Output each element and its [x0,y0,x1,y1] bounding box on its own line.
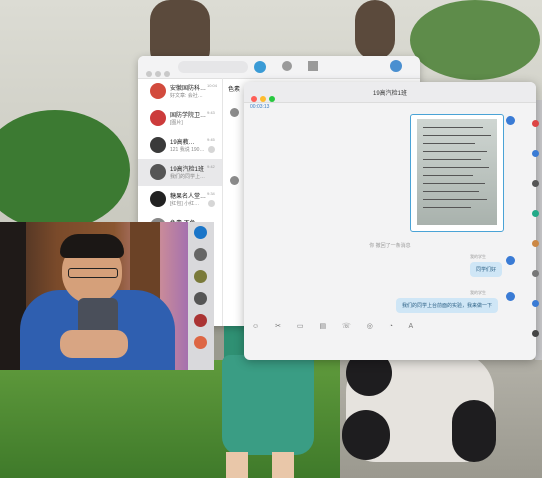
avatar [506,256,515,265]
avatar [150,137,166,153]
child-leg-right [272,452,294,478]
tree-trunk-right [355,0,395,60]
avatar [230,176,239,185]
avatar[interactable] [532,180,539,187]
contacts-icon[interactable] [282,61,292,71]
conversation-time: 9:34 [207,191,215,196]
conversation-time: 9:45 [207,137,215,142]
avatar [150,110,166,126]
conversation-time: 9:43 [207,110,215,115]
avatar[interactable] [194,292,207,305]
avatar[interactable] [194,314,207,327]
list-item[interactable]: 国防学院卫… [图片] 9:43 [138,105,222,132]
system-message: 你 撤回了一条消息 [369,243,411,249]
input-toolbar[interactable]: ☺ ✂ ▭ ▤ ☏ ◎ ◔ A [252,322,420,330]
avatar[interactable] [532,210,539,217]
conversation-name: 安徽国防科… [170,86,207,92]
message-bubble[interactable]: 同学们好 [470,262,503,277]
conversation-time: 9:42 [207,164,215,169]
avatar [506,116,515,125]
child-shorts [222,355,314,455]
sender-nickname: 我的学生 [470,290,486,295]
search-input[interactable] [178,61,248,73]
avatar[interactable] [532,300,539,307]
list-item[interactable]: 安徽国防科… 好文章: 会社… 10:04 [138,78,222,105]
video-call-window[interactable] [0,222,190,370]
conversation-name: 国防学院卫… [170,113,207,119]
conversation-preview: 好文章: 会社… [170,93,203,99]
list-item[interactable]: 19高汽检1班 我们的同学上… 9:42 [138,159,222,186]
avatar[interactable] [194,248,207,261]
list-item[interactable]: 糖果名人堂… [红包] 小红… 9:34 [138,186,222,213]
apps-grid-icon[interactable] [308,61,318,71]
conversation-name: 糖果名人堂… [170,194,207,200]
member-avatar-strip [530,110,542,360]
child-leg-left [226,452,248,478]
list-item[interactable]: 19高教… 121 我说 190… 9:45 [138,132,222,159]
chat-tab-icon[interactable] [254,61,266,73]
avatar[interactable] [532,150,539,157]
unread-badge [208,200,215,207]
avatar [150,191,166,207]
list-titlebar [138,56,420,79]
avatar[interactable] [194,270,207,283]
conversation-time: 10:04 [207,83,218,88]
avatar[interactable] [194,336,207,349]
panda-paw-right [452,400,496,462]
shared-photo[interactable] [410,114,504,232]
conversation-preview: 我们的同学上… [170,174,206,180]
unread-badge [208,146,215,153]
avatar[interactable] [532,120,539,127]
person-hair [60,234,124,258]
avatar [506,292,515,301]
avatar [150,83,166,99]
sender-nickname: 我的学生 [470,254,486,259]
avatar[interactable] [532,270,539,277]
chat-title: 19高汽检1班 [372,91,407,97]
hand [60,330,128,358]
partial-header-label: 色素 [228,87,241,93]
conversation-name: 19高汽检1班 [170,167,205,173]
call-timer[interactable]: 00:03:13 [250,104,269,110]
panda-paw [342,410,390,460]
conversation-preview: 121 我说 190… [170,147,205,153]
foliage-top-right [410,0,540,80]
avatar[interactable] [194,226,207,239]
avatar [230,108,239,117]
photo-content [417,119,497,225]
message-bubble[interactable]: 我们的同学上台前面的实验，我来做一下 [396,298,499,313]
avatar[interactable] [390,60,402,72]
glasses [68,268,118,278]
chat-window: 19高汽检1班 00:03:13 你 撤回了一条消息 我的学生 同学们好 我的学… [244,82,536,360]
conversation-name: 19高教… [170,140,195,146]
avatar [150,164,166,180]
conversation-preview: [红包] 小红… [170,201,200,207]
conversation-preview: [图片] [170,120,183,126]
video-side-avatars [188,222,214,370]
avatar[interactable] [532,330,539,337]
avatar[interactable] [532,240,539,247]
